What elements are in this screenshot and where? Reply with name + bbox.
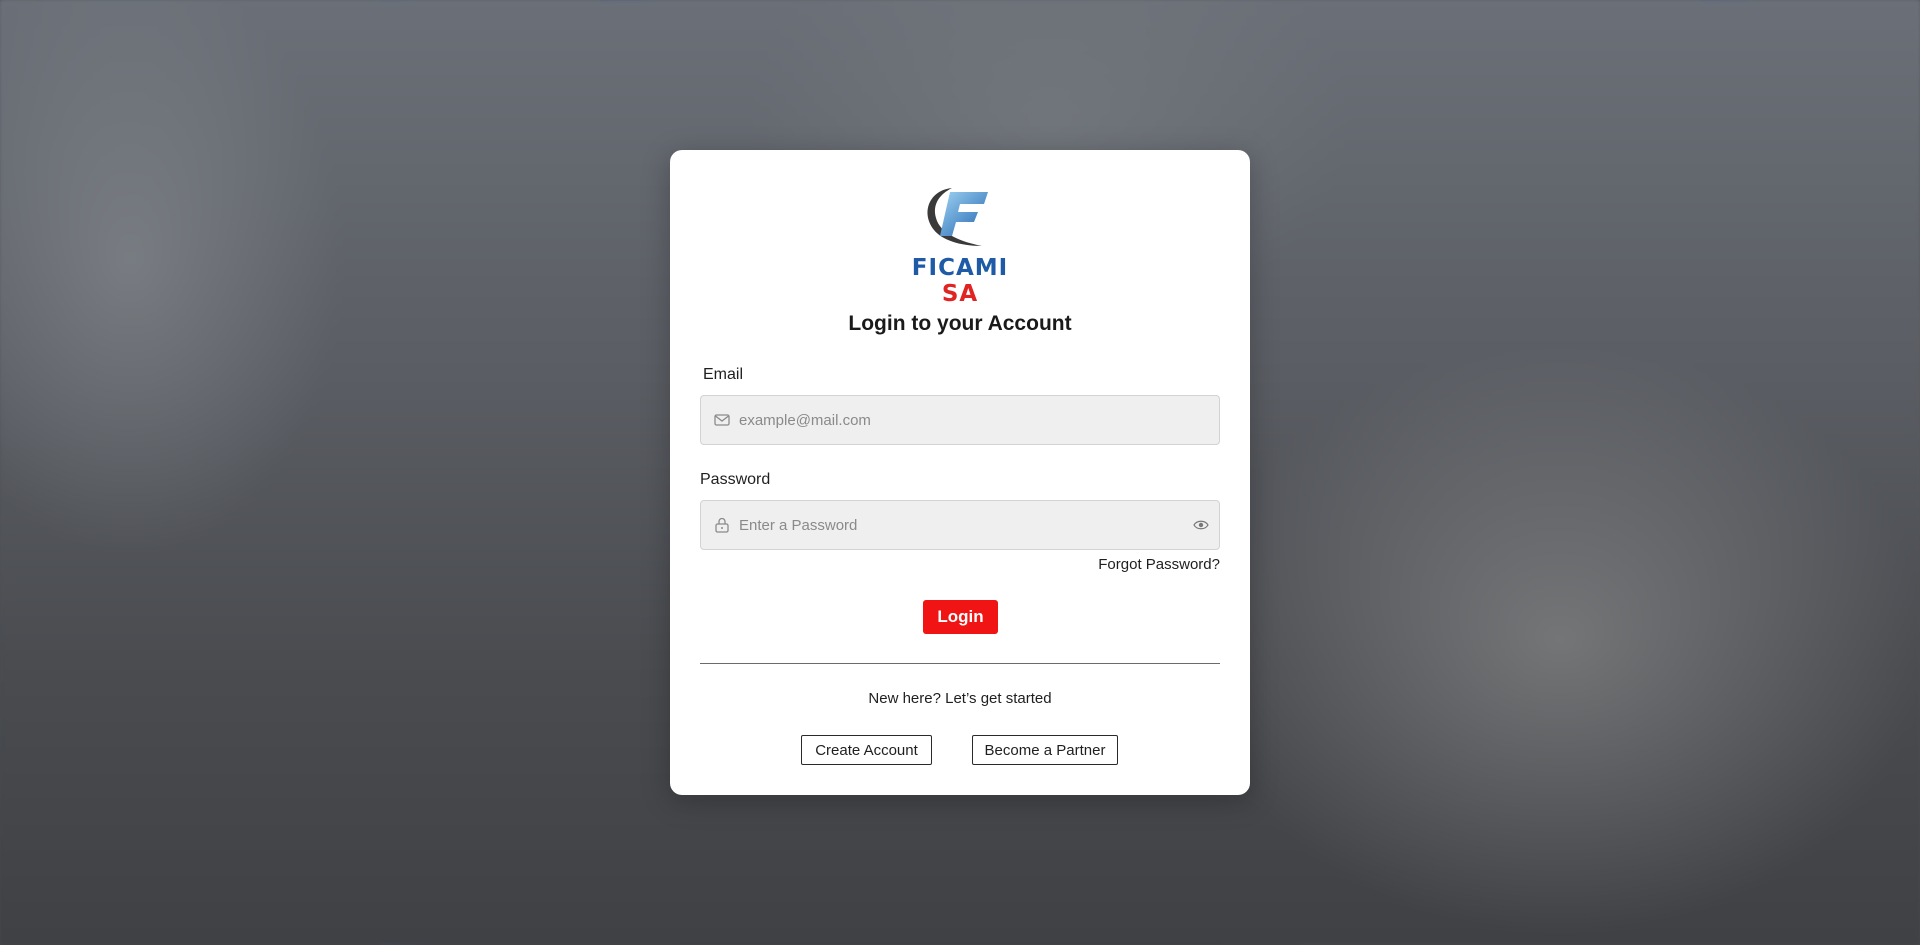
password-label: Password [700,471,771,488]
page-title: Login to your Account [848,312,1072,335]
password-field-container[interactable] [700,500,1220,550]
create-account-button[interactable]: Create Account [801,735,932,765]
brand-name: FICAMI SA [890,255,1030,307]
brand-logo: FICAMI SA [890,182,1030,307]
signup-prompt: New here? Let’s get started [868,690,1052,707]
forgot-password-link[interactable]: Forgot Password? [1098,556,1220,573]
ficami-f-swoosh-logo-icon [927,188,988,246]
brand-name-part1: FICAMI [911,255,1009,281]
login-button[interactable]: Login [923,600,998,634]
become-partner-button[interactable]: Become a Partner [972,735,1118,765]
divider [700,663,1220,664]
lock-icon [715,517,729,533]
mail-icon [714,414,730,426]
brand-name-part2: SA [941,281,979,307]
email-input[interactable] [739,396,1179,444]
email-label: Email [703,366,744,383]
eye-icon[interactable] [1193,518,1209,532]
email-field-container[interactable] [700,395,1220,445]
login-card: FICAMI SA Login to your Account Email Pa… [670,150,1250,795]
password-input[interactable] [739,501,1179,549]
